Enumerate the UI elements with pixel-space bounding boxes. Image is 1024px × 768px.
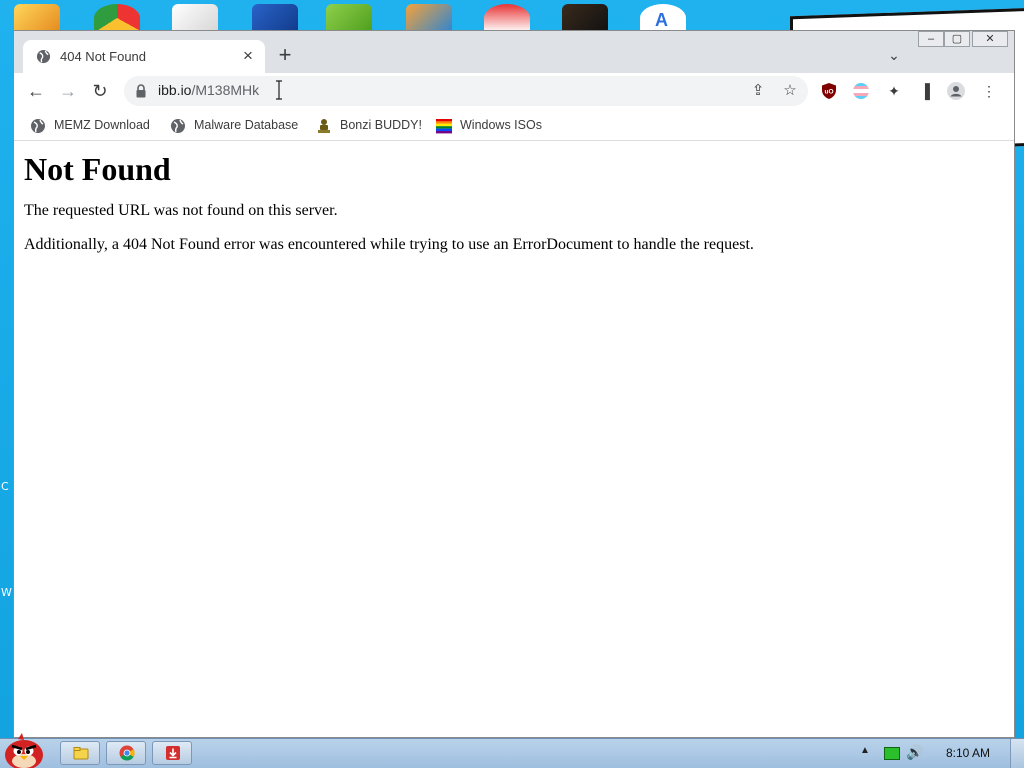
close-window-button[interactable]: ✕ [972,31,1008,47]
extensions-puzzle-icon[interactable]: ✦ [885,82,903,100]
bookmark-star-icon[interactable]: ☆ [780,81,800,101]
page-title: Not Found [24,151,171,187]
tab-search-button[interactable]: ⌄ [884,45,904,65]
a-app-desktop-icon[interactable] [640,4,686,32]
tab-strip: 404 Not Found × + ⌄ – ▢ ✕ [14,31,1014,73]
bonzi-icon [318,118,330,133]
desktop-edge-label: C [1,480,9,493]
chrome-icon [119,745,135,761]
network-icon[interactable] [884,747,900,760]
app-desktop-icon[interactable] [252,4,298,32]
svg-text:uO: uO [824,89,833,96]
trans-flag-extension-icon[interactable] [852,82,870,100]
download-icon [166,746,180,760]
text-cursor-icon [276,80,282,100]
tab-close-icon[interactable]: × [239,47,257,65]
address-bar[interactable]: ibb.io/M138MHk ⇪ ☆ [124,76,808,106]
url-host: ibb.io [158,82,192,98]
maximize-button[interactable]: ▢ [944,31,970,47]
bookmark-label: Malware Database [194,118,299,132]
globe-icon [171,118,185,133]
globe-icon [36,49,51,64]
tab-active[interactable]: 404 Not Found × [23,40,265,73]
side-panel-icon[interactable]: ▐ [916,82,934,100]
santa-hat-desktop-icon[interactable] [484,4,530,32]
ublock-origin-icon[interactable]: uO [820,82,838,100]
taskbar-clock[interactable]: 8:10 AM [946,746,990,760]
game-desktop-icon[interactable] [326,4,372,32]
error-detail: Additionally, a 404 Not Found error was … [24,236,754,253]
page-content: Not Found The requested URL was not foun… [14,141,1014,737]
profile-avatar-icon[interactable] [947,82,965,100]
url-text[interactable]: ibb.io/M138MHk [158,82,259,98]
rainbow-flag-icon [436,118,452,134]
minimize-button[interactable]: – [918,31,944,47]
browser-toolbar: ← → ↻ ibb.io/M138MHk ⇪ ☆ uO ✦ ▐ ⋮ [14,73,1014,109]
reload-button[interactable]: ↻ [88,79,112,103]
bookmark-windows-isos[interactable]: Windows ISOs [436,115,542,135]
show-desktop-button[interactable] [1010,739,1024,768]
bookmark-label: MEMZ Download [54,118,150,132]
solitaire-desktop-icon[interactable] [172,4,218,32]
url-path: /M138MHk [191,82,260,98]
browser-window: 404 Not Found × + ⌄ – ▢ ✕ ← → ↻ ibb.io/M… [13,30,1015,738]
taskbar-explorer-button[interactable] [60,741,100,765]
show-hidden-icons-icon[interactable]: ▲ [860,745,870,756]
explorer-folder-icon [73,747,89,760]
taskbar-chrome-button[interactable] [106,741,146,765]
taskbar: ▲ 🔊 8:10 AM [0,733,1024,768]
new-tab-button[interactable]: + [274,44,296,66]
error-message: The requested URL was not found on this … [24,202,338,219]
globe-icon [31,118,45,133]
back-button[interactable]: ← [24,79,48,103]
start-button-angry-bird-icon[interactable] [0,731,48,768]
bookmark-bonzi-buddy[interactable]: Bonzi BUDDY! [316,115,422,135]
taskbar-download-button[interactable] [152,741,192,765]
archive-desktop-icon[interactable] [562,4,608,32]
forward-button[interactable]: → [56,79,80,103]
tab-title: 404 Not Found [60,49,147,64]
bookmark-malware-database[interactable]: Malware Database [170,115,298,135]
bookmarks-bar: MEMZ Download Malware Database Bonzi BUD… [14,109,1014,141]
share-icon[interactable]: ⇪ [748,81,768,101]
chrome-desktop-icon[interactable] [94,4,140,32]
bookmark-label: Windows ISOs [460,118,542,132]
tools-desktop-icon[interactable] [406,4,452,32]
browser-menu-icon[interactable]: ⋮ [980,82,998,100]
desktop-edge-label: W [1,586,12,599]
volume-icon[interactable]: 🔊 [906,744,923,761]
bookmark-memz-download[interactable]: MEMZ Download [30,115,150,135]
bookmark-label: Bonzi BUDDY! [340,118,422,132]
folder-desktop-icon[interactable] [14,4,60,32]
lock-icon[interactable] [136,84,146,98]
